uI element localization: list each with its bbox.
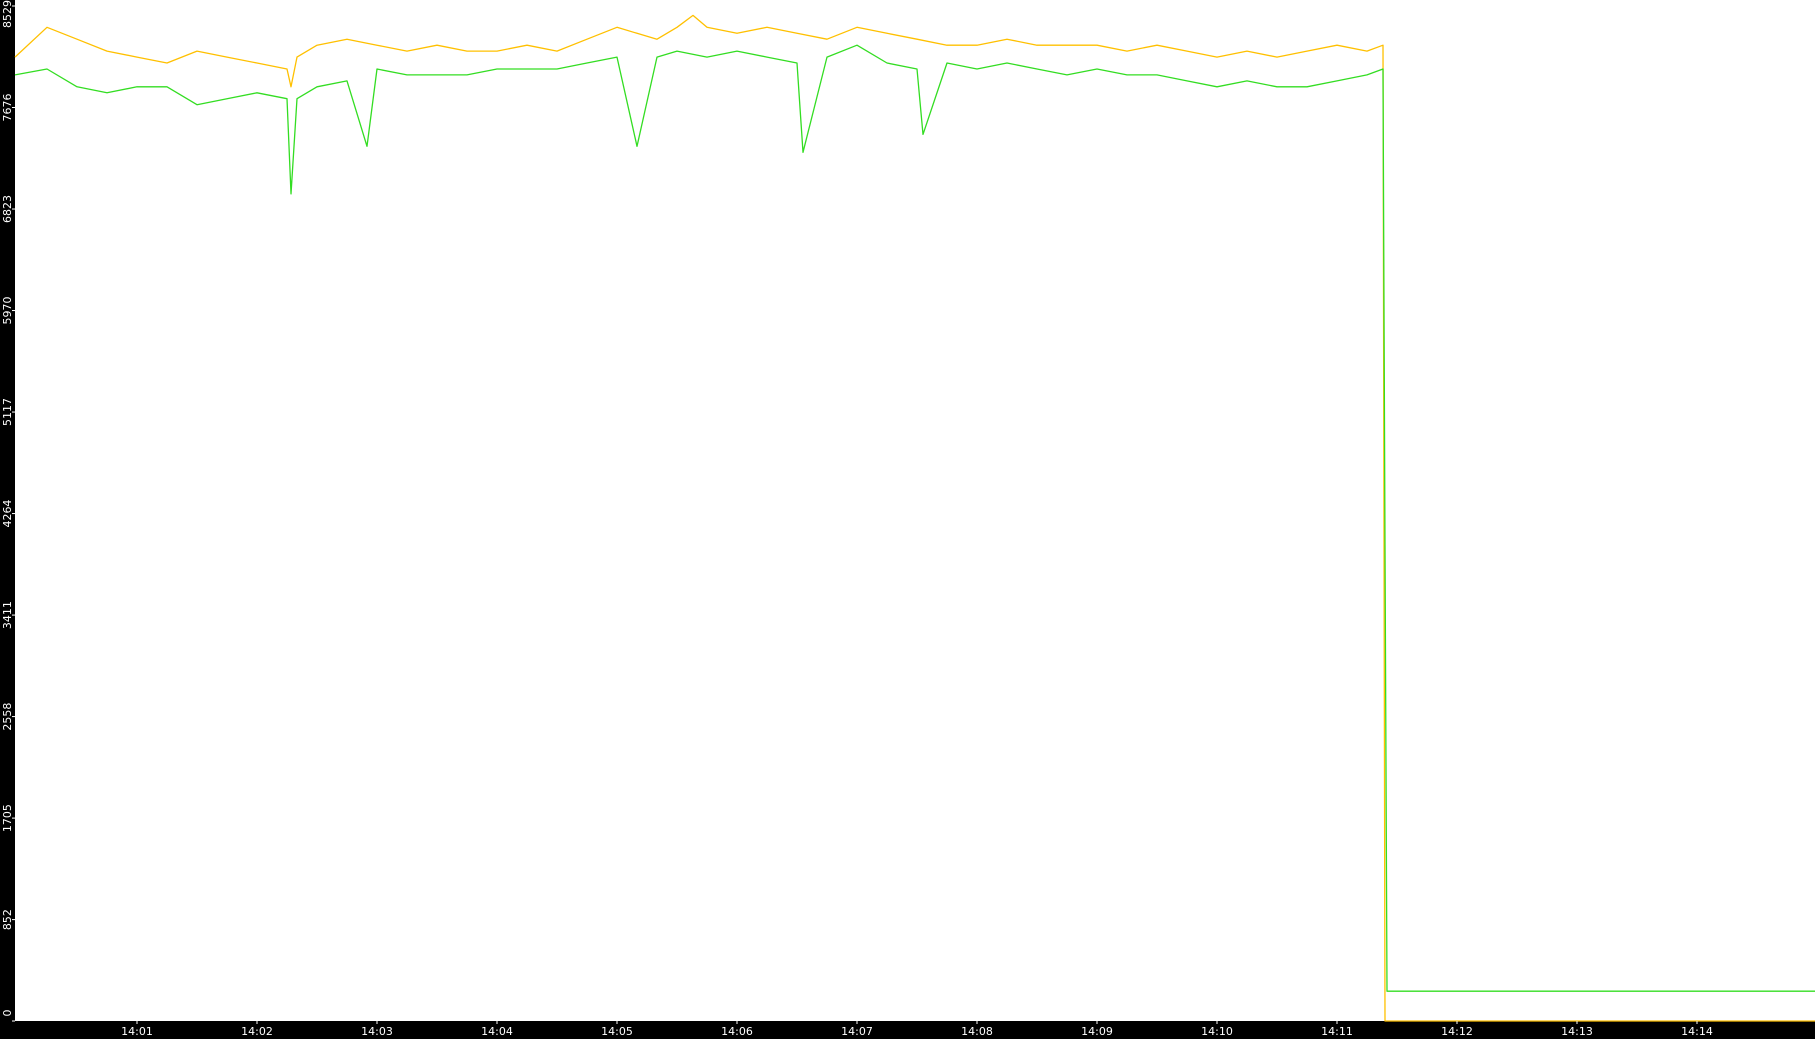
x-tick-label: 14:11 [1321, 1025, 1353, 1038]
y-tick-label: 6823 [1, 195, 14, 223]
x-tick-label: 14:13 [1561, 1025, 1593, 1038]
x-tick-label: 14:09 [1081, 1025, 1113, 1038]
y-tick-label: 0 [1, 1010, 14, 1017]
x-tick-label: 14:12 [1441, 1025, 1473, 1038]
x-tick-label: 14:10 [1201, 1025, 1233, 1038]
x-tick-label: 14:14 [1681, 1025, 1713, 1038]
x-tick-label: 14:02 [241, 1025, 273, 1038]
y-tick-label: 5117 [1, 398, 14, 426]
y-tick-label: 852 [1, 909, 14, 930]
line-chart: 0 852 1705 2558 3411 4264 5117 5970 6823 7676 8529… [0, 0, 1815, 1039]
y-tick-label: 4264 [1, 500, 14, 528]
y-tick-label: 2558 [1, 703, 14, 731]
x-tick-label: 14:04 [481, 1025, 513, 1038]
x-tick-label: 14:06 [721, 1025, 753, 1038]
x-tick-label: 14:05 [601, 1025, 633, 1038]
y-tick-label: 5970 [1, 297, 14, 325]
x-tick-label: 14:08 [961, 1025, 993, 1038]
y-tick-label: 7676 [1, 94, 14, 122]
chart-svg: 0 852 1705 2558 3411 4264 5117 5970 6823 7676 8529… [0, 0, 1815, 1039]
x-tick-label: 14:03 [361, 1025, 393, 1038]
x-tick-label: 14:01 [121, 1025, 153, 1038]
y-tick-label: 3411 [1, 601, 14, 629]
y-tick-label: 8529 [1, 0, 14, 28]
plot-background [0, 0, 1815, 1039]
x-tick-label: 14:07 [841, 1025, 873, 1038]
y-tick-label: 1705 [1, 804, 14, 832]
